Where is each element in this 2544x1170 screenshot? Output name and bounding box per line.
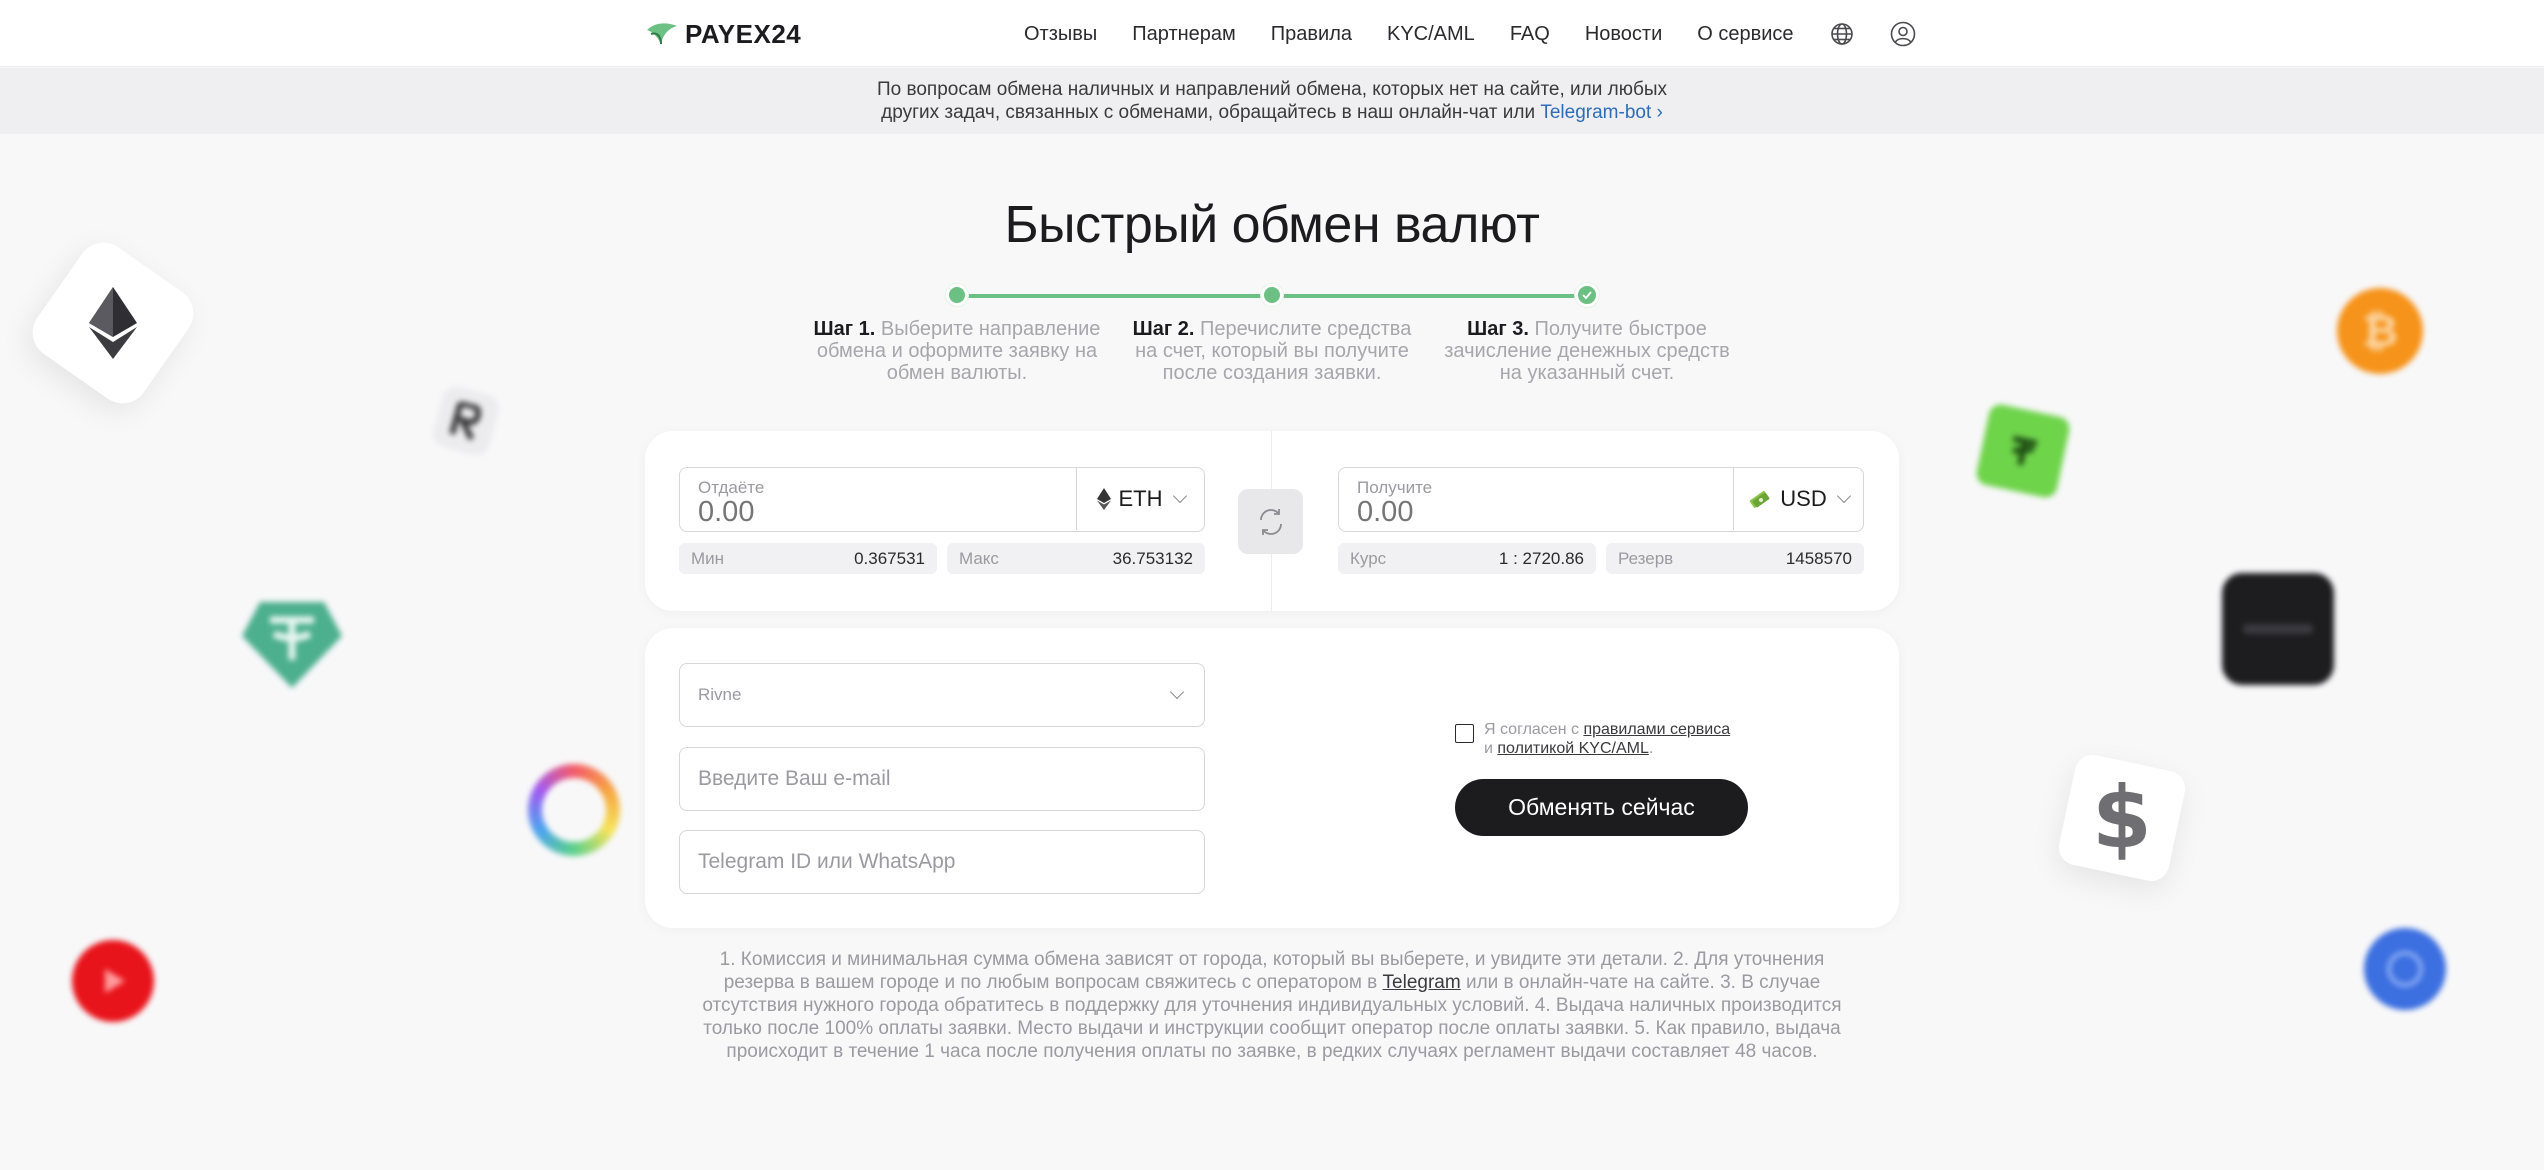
max-value[interactable]: 36.753132 [1113, 549, 1193, 569]
give-amount-field[interactable]: Отдаёте ETH [679, 467, 1205, 532]
dark-card-deco-icon [2222, 573, 2334, 685]
give-amount-input[interactable] [698, 496, 1038, 529]
step-3-check-icon [1575, 283, 1599, 307]
chevron-down-icon [1169, 684, 1185, 700]
logo-leaf-icon [647, 23, 677, 45]
reserve: Резерв 1458570 [1606, 543, 1864, 574]
give-label: Отдаёте [698, 478, 765, 497]
order-form-card: Rivne Введите Ваш e-mail Telegram ID или… [645, 628, 1899, 928]
nav-rules[interactable]: Правила [1271, 23, 1352, 46]
min-value[interactable]: 0.367531 [854, 549, 925, 569]
main-nav: Отзывы Партнерам Правила KYC/AML FAQ Нов… [1024, 18, 1951, 50]
give-currency-select[interactable]: ETH [1076, 468, 1204, 530]
notice-line-1: По вопросам обмена наличных и направлени… [876, 79, 1668, 100]
kyc-aml-link[interactable]: политикой KYC/AML [1497, 740, 1648, 757]
nav-faq[interactable]: FAQ [1510, 23, 1550, 46]
user-icon[interactable] [1890, 21, 1916, 47]
nav-about[interactable]: О сервисе [1697, 23, 1793, 46]
give-currency-code: ETH [1118, 486, 1163, 511]
step-3: Шаг 3. Получите быстрое зачисление денеж… [1437, 318, 1737, 384]
dollar-deco-icon: $ [2055, 751, 2189, 885]
cash-icon [1749, 490, 1770, 508]
swap-button[interactable] [1238, 489, 1303, 554]
step-1: Шаг 1. Выберите направление обмена и офо… [807, 318, 1107, 384]
agree-and: и [1484, 740, 1493, 757]
get-currency-select[interactable]: USD [1733, 468, 1863, 530]
chevron-down-icon [1172, 488, 1187, 504]
swap-arrows-icon [1259, 508, 1282, 535]
globe-icon[interactable] [1829, 21, 1855, 47]
blue-coin-deco-icon [2364, 928, 2446, 1010]
reserve-label: Резерв [1618, 548, 1674, 568]
chevron-down-icon [1836, 488, 1851, 504]
agree-end: . [1648, 740, 1654, 757]
city-value: Rivne [698, 685, 742, 704]
logo[interactable]: PAYEX24 [645, 18, 801, 50]
agree-prefix: Я согласен с [1484, 721, 1579, 738]
notice-line-2-text: других задач, связанных с обменами, обра… [881, 102, 1536, 123]
get-amount-input[interactable] [1357, 496, 1697, 529]
exchange-rate: Курс 1 : 2720.86 [1338, 543, 1596, 574]
step-2-label: Шаг 2. [1132, 318, 1195, 340]
footnotes: 1. Комиссия и минимальная сумма обмена з… [690, 948, 1854, 1063]
telegram-link[interactable]: Telegram [1383, 972, 1461, 993]
logo-text: PAYEX24 [685, 18, 802, 49]
rules-link[interactable]: правилами сервиса [1583, 721, 1730, 738]
green-coin-deco-icon [1974, 402, 2072, 500]
agreement: Я согласен с правилами сервиса и политик… [1455, 720, 1730, 758]
step-1-label: Шаг 1. [813, 318, 876, 340]
step-3-label: Шаг 3. [1467, 318, 1529, 340]
top-header: PAYEX24 Отзывы Партнерам Правила KYC/AML… [0, 0, 2544, 67]
bitcoin-deco-icon: ₿ [2337, 288, 2423, 374]
eth-icon [1096, 488, 1111, 510]
contact-placeholder: Telegram ID или WhatsApp [698, 850, 956, 873]
ethereum-deco-icon [22, 232, 204, 414]
exchange-card: Отдаёте ETH Мин 0.367531 Макс 36.753132 … [645, 431, 1899, 611]
exchange-now-button[interactable]: Обменять сейчас [1455, 779, 1748, 836]
nav-reviews[interactable]: Отзывы [1024, 23, 1097, 46]
city-select[interactable]: Rivne [679, 663, 1205, 727]
page-title: Быстрый обмен валют [1004, 196, 1540, 254]
rate-value: 1 : 2720.86 [1498, 548, 1584, 568]
notice-line-2: других задач, связанных с обменами, обра… [0, 101, 2544, 124]
agree-checkbox[interactable] [1455, 724, 1474, 743]
reserve-value: 1458570 [1785, 548, 1852, 568]
telegram-bot-link[interactable]: Telegram-bot › [1540, 102, 1663, 123]
nav-partners[interactable]: Партнерам [1132, 23, 1236, 46]
nav-kyc-aml[interactable]: KYC/AML [1387, 23, 1475, 46]
step-1-dot [946, 284, 968, 306]
rate-label: Курс [1350, 548, 1387, 568]
get-amount-field[interactable]: Получите USD [1338, 467, 1864, 532]
agreement-text: Я согласен с правилами сервиса и политик… [1484, 720, 1730, 758]
tether-deco-icon [240, 592, 344, 696]
email-field[interactable]: Введите Ваш e-mail [679, 747, 1205, 811]
steps-progress [946, 283, 1599, 307]
get-currency-code: USD [1780, 486, 1827, 511]
email-placeholder: Введите Ваш e-mail [698, 767, 891, 790]
min-label: Мин [691, 548, 725, 568]
get-label: Получите [1357, 478, 1433, 497]
max-amount: Макс 36.753132 [947, 543, 1205, 574]
r-coin-deco-icon [429, 383, 503, 459]
contact-field[interactable]: Telegram ID или WhatsApp [679, 830, 1205, 894]
max-label: Макс [959, 548, 999, 568]
info-notice: По вопросам обмена наличных и направлени… [0, 68, 2544, 134]
min-amount: Мин 0.367531 [679, 543, 937, 574]
step-2-dot [1261, 284, 1283, 306]
step-2: Шаг 2. Перечислите средства на счет, кот… [1122, 318, 1422, 384]
ring-deco-icon [528, 764, 620, 856]
red-play-deco-icon [72, 940, 154, 1022]
nav-news[interactable]: Новости [1585, 23, 1662, 46]
